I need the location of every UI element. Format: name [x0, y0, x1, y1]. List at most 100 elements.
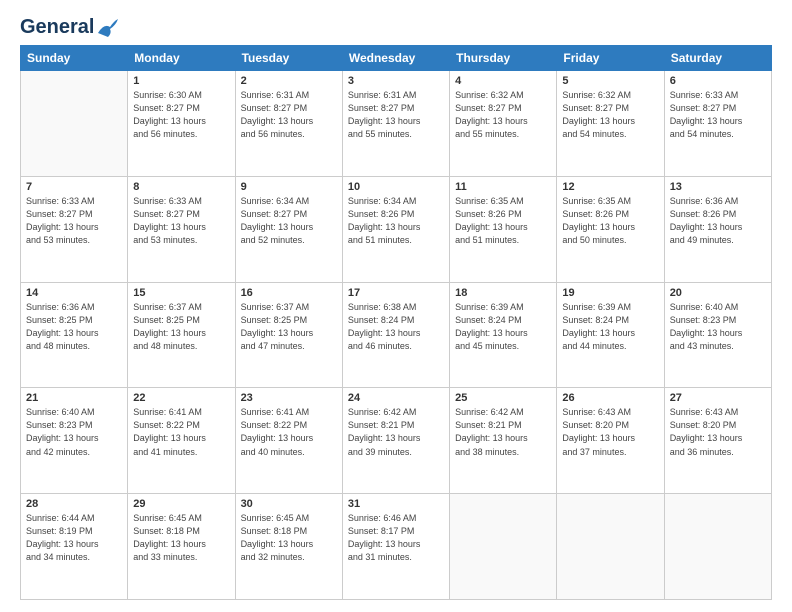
- day-number: 18: [455, 287, 551, 299]
- calendar-cell: [21, 71, 128, 177]
- calendar-week-row: 21 Sunrise: 6:40 AM Sunset: 8:23 PM Dayli…: [21, 388, 772, 494]
- day-number: 11: [455, 181, 551, 193]
- page-container: General SundayMondayTuesdayWednesdayThur…: [0, 0, 792, 612]
- day-number: 21: [26, 392, 122, 404]
- day-info: Sunrise: 6:36 AM Sunset: 8:25 PM Dayligh…: [26, 301, 122, 353]
- day-number: 2: [241, 75, 337, 87]
- day-number: 28: [26, 498, 122, 510]
- calendar-cell: 9Sunrise: 6:34 AM Sunset: 8:27 PM Daylig…: [235, 176, 342, 282]
- day-info: Sunrise: 6:35 AM Sunset: 8:26 PM Dayligh…: [562, 195, 658, 247]
- day-info: Sunrise: 6:35 AM Sunset: 8:26 PM Dayligh…: [455, 195, 551, 247]
- day-number: 17: [348, 287, 444, 299]
- day-info: Sunrise: 6:32 AM Sunset: 8:27 PM Dayligh…: [455, 89, 551, 141]
- logo-bird-icon: [96, 19, 118, 37]
- calendar-cell: 24Sunrise: 6:42 AM Sunset: 8:21 PM Dayli…: [342, 388, 449, 494]
- day-number: 23: [241, 392, 337, 404]
- calendar-cell: 13 Sunrise: 6:36 AM Sunset: 8:26 PM Dayli…: [664, 176, 771, 282]
- day-info: Sunrise: 6:42 AM Sunset: 8:21 PM Dayligh…: [455, 406, 551, 458]
- weekday-header-saturday: Saturday: [664, 46, 771, 71]
- day-number: 31: [348, 498, 444, 510]
- calendar-week-row: 28Sunrise: 6:44 AM Sunset: 8:19 PM Dayli…: [21, 494, 772, 600]
- weekday-header-friday: Friday: [557, 46, 664, 71]
- day-info: Sunrise: 6:36 AM Sunset: 8:26 PM Dayligh…: [670, 195, 766, 247]
- calendar-cell: 17 Sunrise: 6:38 AM Sunset: 8:24 PM Dayli…: [342, 282, 449, 388]
- header: General: [20, 16, 772, 35]
- day-info: Sunrise: 6:39 AM Sunset: 8:24 PM Dayligh…: [562, 301, 658, 353]
- day-number: 30: [241, 498, 337, 510]
- day-info: Sunrise: 6:40 AM Sunset: 8:23 PM Dayligh…: [26, 406, 122, 458]
- day-info: Sunrise: 6:41 AM Sunset: 8:22 PM Dayligh…: [133, 406, 229, 458]
- day-info: Sunrise: 6:33 AM Sunset: 8:27 PM Dayligh…: [26, 195, 122, 247]
- calendar-cell: [664, 494, 771, 600]
- calendar-cell: 15 Sunrise: 6:37 AM Sunset: 8:25 PM Dayli…: [128, 282, 235, 388]
- day-number: 22: [133, 392, 229, 404]
- day-info: Sunrise: 6:38 AM Sunset: 8:24 PM Dayligh…: [348, 301, 444, 353]
- calendar-cell: 2Sunrise: 6:31 AM Sunset: 8:27 PM Daylig…: [235, 71, 342, 177]
- calendar-cell: 3 Sunrise: 6:31 AM Sunset: 8:27 PM Daylig…: [342, 71, 449, 177]
- calendar-cell: 21 Sunrise: 6:40 AM Sunset: 8:23 PM Dayli…: [21, 388, 128, 494]
- calendar-cell: 23 Sunrise: 6:41 AM Sunset: 8:22 PM Dayli…: [235, 388, 342, 494]
- calendar-cell: 28Sunrise: 6:44 AM Sunset: 8:19 PM Dayli…: [21, 494, 128, 600]
- day-info: Sunrise: 6:33 AM Sunset: 8:27 PM Dayligh…: [670, 89, 766, 141]
- calendar-cell: 11 Sunrise: 6:35 AM Sunset: 8:26 PM Dayli…: [450, 176, 557, 282]
- day-info: Sunrise: 6:40 AM Sunset: 8:23 PM Dayligh…: [670, 301, 766, 353]
- day-number: 8: [133, 181, 229, 193]
- calendar-cell: 31Sunrise: 6:46 AM Sunset: 8:17 PM Dayli…: [342, 494, 449, 600]
- day-number: 29: [133, 498, 229, 510]
- day-number: 20: [670, 287, 766, 299]
- calendar-table: SundayMondayTuesdayWednesdayThursdayFrid…: [20, 45, 772, 600]
- day-number: 4: [455, 75, 551, 87]
- day-number: 7: [26, 181, 122, 193]
- calendar-cell: 8 Sunrise: 6:33 AM Sunset: 8:27 PM Daylig…: [128, 176, 235, 282]
- weekday-header-thursday: Thursday: [450, 46, 557, 71]
- day-number: 15: [133, 287, 229, 299]
- calendar-cell: [557, 494, 664, 600]
- day-number: 25: [455, 392, 551, 404]
- day-number: 12: [562, 181, 658, 193]
- day-number: 3: [348, 75, 444, 87]
- weekday-header-monday: Monday: [128, 46, 235, 71]
- day-number: 27: [670, 392, 766, 404]
- day-number: 16: [241, 287, 337, 299]
- day-number: 14: [26, 287, 122, 299]
- calendar-cell: 29 Sunrise: 6:45 AM Sunset: 8:18 PM Dayli…: [128, 494, 235, 600]
- day-info: Sunrise: 6:32 AM Sunset: 8:27 PM Dayligh…: [562, 89, 658, 141]
- logo-general: General: [20, 16, 94, 39]
- calendar-cell: 5 Sunrise: 6:32 AM Sunset: 8:27 PM Daylig…: [557, 71, 664, 177]
- calendar-cell: 4 Sunrise: 6:32 AM Sunset: 8:27 PM Daylig…: [450, 71, 557, 177]
- day-number: 1: [133, 75, 229, 87]
- calendar-cell: 27 Sunrise: 6:43 AM Sunset: 8:20 PM Dayli…: [664, 388, 771, 494]
- day-info: Sunrise: 6:37 AM Sunset: 8:25 PM Dayligh…: [133, 301, 229, 353]
- calendar-cell: 20 Sunrise: 6:40 AM Sunset: 8:23 PM Dayli…: [664, 282, 771, 388]
- day-number: 6: [670, 75, 766, 87]
- day-number: 19: [562, 287, 658, 299]
- day-info: Sunrise: 6:45 AM Sunset: 8:18 PM Dayligh…: [241, 512, 337, 564]
- calendar-cell: 25 Sunrise: 6:42 AM Sunset: 8:21 PM Dayli…: [450, 388, 557, 494]
- calendar-cell: 1Sunrise: 6:30 AM Sunset: 8:27 PM Daylig…: [128, 71, 235, 177]
- day-info: Sunrise: 6:41 AM Sunset: 8:22 PM Dayligh…: [241, 406, 337, 458]
- weekday-header-sunday: Sunday: [21, 46, 128, 71]
- day-number: 13: [670, 181, 766, 193]
- day-number: 5: [562, 75, 658, 87]
- calendar-cell: 18Sunrise: 6:39 AM Sunset: 8:24 PM Dayli…: [450, 282, 557, 388]
- calendar-cell: 22 Sunrise: 6:41 AM Sunset: 8:22 PM Dayli…: [128, 388, 235, 494]
- calendar-cell: 16Sunrise: 6:37 AM Sunset: 8:25 PM Dayli…: [235, 282, 342, 388]
- weekday-header-wednesday: Wednesday: [342, 46, 449, 71]
- calendar-cell: 10 Sunrise: 6:34 AM Sunset: 8:26 PM Dayli…: [342, 176, 449, 282]
- day-info: Sunrise: 6:34 AM Sunset: 8:27 PM Dayligh…: [241, 195, 337, 247]
- day-info: Sunrise: 6:33 AM Sunset: 8:27 PM Dayligh…: [133, 195, 229, 247]
- day-info: Sunrise: 6:34 AM Sunset: 8:26 PM Dayligh…: [348, 195, 444, 247]
- calendar-cell: 14 Sunrise: 6:36 AM Sunset: 8:25 PM Dayli…: [21, 282, 128, 388]
- calendar-cell: 19 Sunrise: 6:39 AM Sunset: 8:24 PM Dayli…: [557, 282, 664, 388]
- day-number: 26: [562, 392, 658, 404]
- day-number: 10: [348, 181, 444, 193]
- calendar-cell: 6 Sunrise: 6:33 AM Sunset: 8:27 PM Daylig…: [664, 71, 771, 177]
- day-number: 24: [348, 392, 444, 404]
- weekday-header-row: SundayMondayTuesdayWednesdayThursdayFrid…: [21, 46, 772, 71]
- calendar-week-row: 1Sunrise: 6:30 AM Sunset: 8:27 PM Daylig…: [21, 71, 772, 177]
- day-info: Sunrise: 6:31 AM Sunset: 8:27 PM Dayligh…: [348, 89, 444, 141]
- day-info: Sunrise: 6:43 AM Sunset: 8:20 PM Dayligh…: [670, 406, 766, 458]
- calendar-week-row: 7 Sunrise: 6:33 AM Sunset: 8:27 PM Daylig…: [21, 176, 772, 282]
- calendar-cell: 30 Sunrise: 6:45 AM Sunset: 8:18 PM Dayli…: [235, 494, 342, 600]
- day-info: Sunrise: 6:45 AM Sunset: 8:18 PM Dayligh…: [133, 512, 229, 564]
